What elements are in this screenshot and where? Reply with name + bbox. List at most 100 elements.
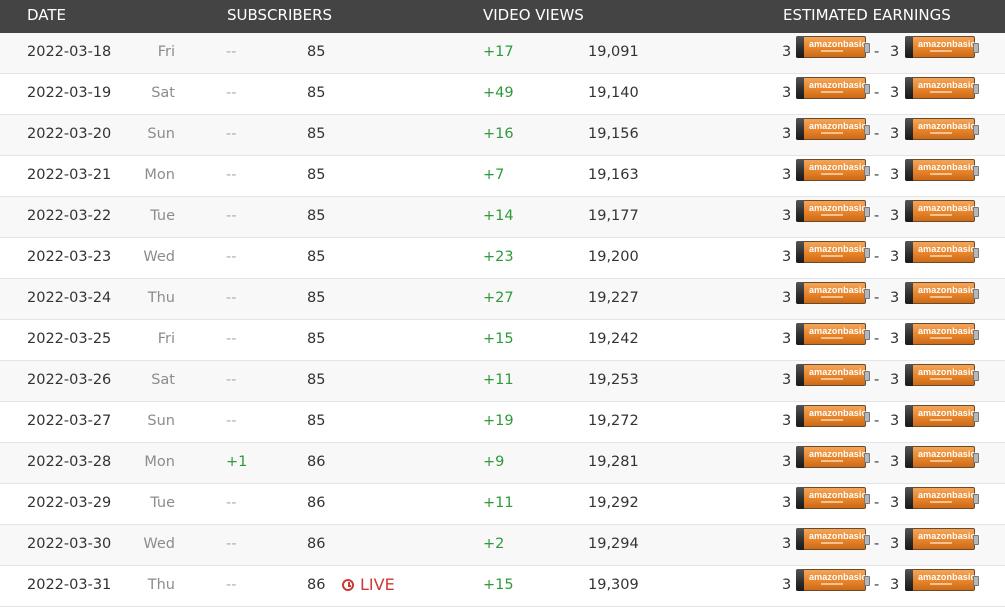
row-earnings-high: 3	[890, 536, 900, 552]
row-subscriber-change: --	[226, 167, 237, 183]
row-views: 19,163	[588, 167, 639, 183]
battery-brand: amazonbasics	[809, 39, 872, 49]
battery-brand: amazonbasics	[809, 449, 872, 459]
battery-icon: amazonbasics	[905, 77, 981, 99]
row-subscriber-change: --	[226, 85, 237, 101]
row-earnings-low: 3	[782, 249, 792, 265]
table-row: 2022-03-23 Wed -- 85 +23 19,200 3 amazonbasics -…	[0, 238, 1005, 279]
row-subscribers: 85	[307, 290, 326, 306]
row-earnings-low: 3	[782, 454, 792, 470]
row-earnings-high: 3	[890, 495, 900, 511]
battery-brand: amazonbasics	[918, 572, 981, 582]
row-day-of-week: Fri	[157, 331, 175, 347]
row-day-of-week: Thu	[147, 290, 175, 306]
row-subscriber-change: --	[226, 290, 237, 306]
row-subscribers: 85	[307, 372, 326, 388]
battery-icon: amazonbasics	[796, 36, 872, 58]
row-views: 19,294	[588, 536, 639, 552]
row-subscriber-change: --	[226, 249, 237, 265]
battery-brand: amazonbasics	[809, 80, 872, 90]
row-views: 19,309	[588, 577, 639, 593]
table-row: 2022-03-18 Fri -- 85 +17 19,091 3 amazonbasics -…	[0, 33, 1005, 74]
table-row: 2022-03-20 Sun -- 85 +16 19,156 3 amazonbasics -…	[0, 115, 1005, 156]
battery-icon: amazonbasics	[796, 446, 872, 468]
row-earnings-separator: -	[874, 290, 880, 306]
row-earnings-low: 3	[782, 208, 792, 224]
battery-brand: amazonbasics	[809, 326, 872, 336]
row-subscribers: 86	[307, 536, 326, 552]
battery-brand: amazonbasics	[918, 244, 981, 254]
row-earnings-separator: -	[874, 454, 880, 470]
row-day-of-week: Mon	[144, 454, 175, 470]
battery-brand: amazonbasics	[918, 285, 981, 295]
row-view-change: +19	[483, 413, 514, 429]
battery-icon: amazonbasics	[905, 364, 981, 386]
row-day-of-week: Sun	[147, 126, 175, 142]
row-earnings-low: 3	[782, 372, 792, 388]
battery-brand: amazonbasics	[809, 367, 872, 377]
row-earnings-low: 3	[782, 577, 792, 593]
battery-icon: amazonbasics	[796, 77, 872, 99]
battery-icon: amazonbasics	[796, 405, 872, 427]
row-view-change: +11	[483, 495, 514, 511]
row-views: 19,227	[588, 290, 639, 306]
header-video-views: VIDEO VIEWS	[483, 6, 584, 24]
battery-icon: amazonbasics	[905, 528, 981, 550]
row-view-change: +14	[483, 208, 514, 224]
battery-icon: amazonbasics	[905, 200, 981, 222]
row-views: 19,281	[588, 454, 639, 470]
row-date: 2022-03-19	[27, 85, 112, 101]
row-earnings-separator: -	[874, 208, 880, 224]
clock-icon	[342, 578, 354, 591]
battery-icon: amazonbasics	[905, 282, 981, 304]
row-subscribers: 85	[307, 249, 326, 265]
row-views: 19,156	[588, 126, 639, 142]
row-day-of-week: Tue	[150, 208, 175, 224]
row-day-of-week: Wed	[143, 249, 175, 265]
live-indicator[interactable]: LIVE	[342, 575, 395, 594]
battery-brand: amazonbasics	[918, 449, 981, 459]
battery-brand: amazonbasics	[809, 572, 872, 582]
header-estimated-earnings: ESTIMATED EARNINGS	[783, 6, 951, 24]
battery-icon: amazonbasics	[796, 364, 872, 386]
row-subscriber-change: --	[226, 577, 237, 593]
row-date: 2022-03-31	[27, 577, 112, 593]
battery-brand: amazonbasics	[809, 408, 872, 418]
row-date: 2022-03-23	[27, 249, 112, 265]
row-date: 2022-03-28	[27, 454, 112, 470]
row-earnings-separator: -	[874, 167, 880, 183]
row-earnings-separator: -	[874, 495, 880, 511]
battery-brand: amazonbasics	[809, 285, 872, 295]
battery-icon: amazonbasics	[796, 200, 872, 222]
row-day-of-week: Thu	[147, 577, 175, 593]
battery-icon: amazonbasics	[905, 487, 981, 509]
battery-icon: amazonbasics	[796, 241, 872, 263]
row-subscribers: 85	[307, 208, 326, 224]
row-date: 2022-03-22	[27, 208, 112, 224]
row-views: 19,292	[588, 495, 639, 511]
row-day-of-week: Wed	[143, 536, 175, 552]
battery-icon: amazonbasics	[905, 323, 981, 345]
row-day-of-week: Tue	[150, 495, 175, 511]
row-date: 2022-03-25	[27, 331, 112, 347]
battery-brand: amazonbasics	[918, 326, 981, 336]
battery-icon: amazonbasics	[796, 118, 872, 140]
row-day-of-week: Mon	[144, 167, 175, 183]
row-date: 2022-03-20	[27, 126, 112, 142]
row-earnings-high: 3	[890, 290, 900, 306]
row-views: 19,272	[588, 413, 639, 429]
row-view-change: +27	[483, 290, 514, 306]
battery-brand: amazonbasics	[809, 203, 872, 213]
row-earnings-high: 3	[890, 413, 900, 429]
row-earnings-separator: -	[874, 249, 880, 265]
table-row: 2022-03-25 Fri -- 85 +15 19,242 3 amazonbasics -…	[0, 320, 1005, 361]
row-earnings-high: 3	[890, 44, 900, 60]
row-earnings-separator: -	[874, 126, 880, 142]
row-subscribers: 85	[307, 413, 326, 429]
table-row: 2022-03-28 Mon +1 86 +9 19,281 3 amazonbasics -3…	[0, 443, 1005, 484]
row-subscriber-change: --	[226, 372, 237, 388]
battery-brand: amazonbasics	[918, 408, 981, 418]
row-subscriber-change: --	[226, 44, 237, 60]
row-day-of-week: Fri	[157, 44, 175, 60]
table-row: 2022-03-22 Tue -- 85 +14 19,177 3 amazonbasics -…	[0, 197, 1005, 238]
